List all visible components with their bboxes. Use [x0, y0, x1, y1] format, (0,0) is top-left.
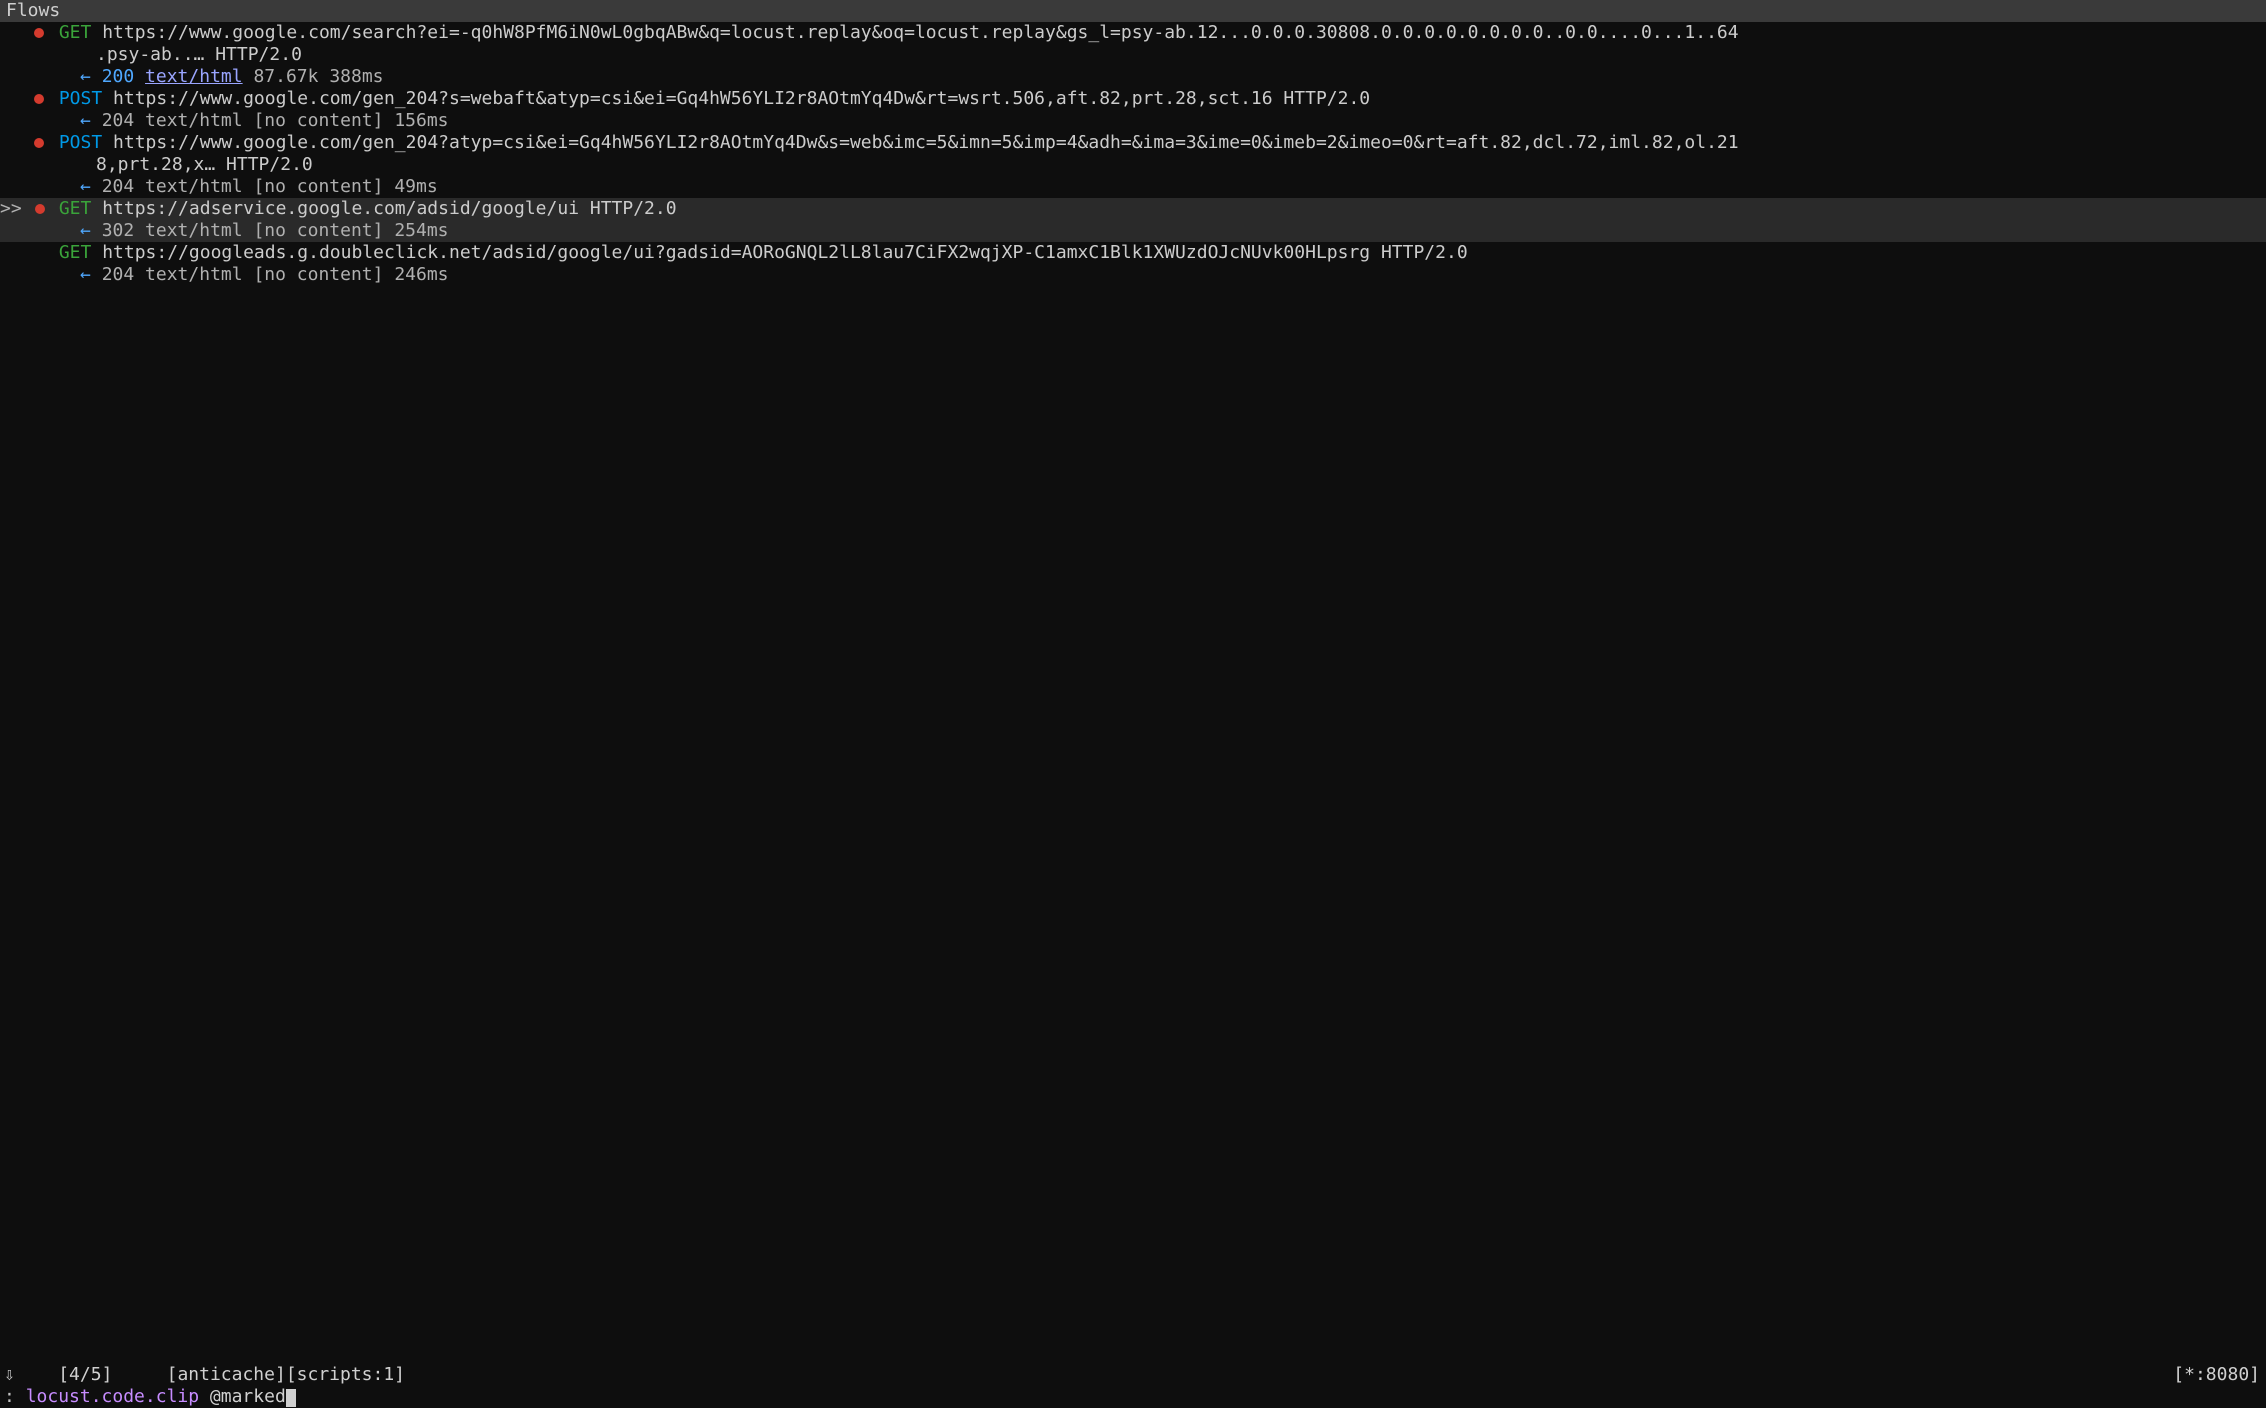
marked-dot-icon: [35, 204, 45, 214]
flow-row[interactable]: POST https://www.google.com/gen_204?s=we…: [0, 88, 2266, 110]
flow-list[interactable]: GET https://www.google.com/search?ei=-q0…: [0, 22, 2266, 286]
response-time: 246ms: [394, 264, 448, 285]
request-url: https://www.google.com/gen_204?s=webaft&…: [113, 88, 1370, 109]
flow-response[interactable]: ← 204 text/html [no content] 156ms: [0, 110, 2266, 132]
status-code: 200: [102, 66, 135, 87]
status-code: 302: [102, 220, 135, 241]
request-url-wrap: 8,prt.28,x… HTTP/2.0: [96, 154, 313, 175]
content-type: text/html: [145, 176, 243, 197]
command-line[interactable]: : locust.code.clip @marked: [0, 1386, 2266, 1408]
command-name: locust.code.clip: [26, 1386, 199, 1407]
titlebar: Flows: [0, 0, 2266, 22]
request-url: https://www.google.com/search?ei=-q0hW8P…: [102, 22, 1738, 43]
command-arg: @marked: [210, 1386, 286, 1407]
request-url: https://googleads.g.doubleclick.net/adsi…: [102, 242, 1467, 263]
status-bar: ⇩ [4/5] [anticache][scripts:1] [*:8080]: [0, 1364, 2266, 1386]
marked-dot-icon: [34, 94, 44, 104]
response-time: 388ms: [329, 66, 383, 87]
flow-row[interactable]: POST https://www.google.com/gen_204?atyp…: [0, 132, 2266, 154]
http-method: GET: [59, 198, 92, 219]
content-type: text/html: [145, 110, 243, 131]
content-type: text/html: [145, 220, 243, 241]
listen-address: [*:8080]: [2173, 1364, 2260, 1385]
flow-row-wrap[interactable]: .psy-ab..… HTTP/2.0: [0, 44, 2266, 66]
flow-counter: [4/5]: [58, 1364, 112, 1385]
no-content-label: [no content]: [253, 220, 383, 241]
status-code: 204: [102, 264, 135, 285]
content-type[interactable]: text/html: [145, 66, 243, 87]
response-time: 156ms: [394, 110, 448, 131]
row-gutter: [0, 132, 48, 154]
row-gutter: [0, 88, 48, 110]
response-time: 49ms: [394, 176, 437, 197]
response-size: 87.67k: [253, 66, 318, 87]
command-prompt: :: [4, 1386, 15, 1407]
title: Flows: [6, 0, 60, 21]
response-arrow-icon: ←: [80, 220, 102, 241]
marked-dot-icon: [34, 138, 44, 148]
options-indicator: [anticache][scripts:1]: [167, 1364, 405, 1385]
response-arrow-icon: ←: [80, 66, 102, 87]
flow-response[interactable]: ← 200 text/html 87.67k 388ms: [0, 66, 2266, 88]
content-type: text/html: [145, 264, 243, 285]
http-method: POST: [59, 132, 102, 153]
http-method: GET: [59, 242, 92, 263]
flow-response[interactable]: ← 204 text/html [no content] 49ms: [0, 176, 2266, 198]
response-arrow-icon: ←: [80, 110, 102, 131]
row-gutter: [0, 22, 48, 44]
flow-response[interactable]: ← 204 text/html [no content] 246ms: [0, 264, 2266, 286]
status-code: 204: [102, 176, 135, 197]
row-gutter: >>: [0, 198, 48, 220]
status-code: 204: [102, 110, 135, 131]
http-method: POST: [59, 88, 102, 109]
screen: Flows GET https://www.google.com/search?…: [0, 0, 2266, 1408]
response-arrow-icon: ←: [80, 176, 102, 197]
no-content-label: [no content]: [253, 264, 383, 285]
request-url-wrap: .psy-ab..… HTTP/2.0: [96, 44, 302, 65]
response-time: 254ms: [394, 220, 448, 241]
status-icon: ⇩: [4, 1364, 15, 1385]
flow-row[interactable]: >> GET https://adservice.google.com/adsi…: [0, 198, 2266, 220]
flow-row[interactable]: GET https://googleads.g.doubleclick.net/…: [0, 242, 2266, 264]
flow-row[interactable]: GET https://www.google.com/search?ei=-q0…: [0, 22, 2266, 44]
no-content-label: [no content]: [253, 176, 383, 197]
response-arrow-icon: ←: [80, 264, 102, 285]
cursor-marker: >>: [0, 198, 33, 219]
request-url: https://adservice.google.com/adsid/googl…: [102, 198, 676, 219]
flow-response[interactable]: ← 302 text/html [no content] 254ms: [0, 220, 2266, 242]
cursor: [286, 1389, 296, 1407]
http-method: GET: [59, 22, 92, 43]
no-content-label: [no content]: [253, 110, 383, 131]
marked-dot-icon: [34, 28, 44, 38]
request-url: https://www.google.com/gen_204?atyp=csi&…: [113, 132, 1739, 153]
flow-row-wrap[interactable]: 8,prt.28,x… HTTP/2.0: [0, 154, 2266, 176]
